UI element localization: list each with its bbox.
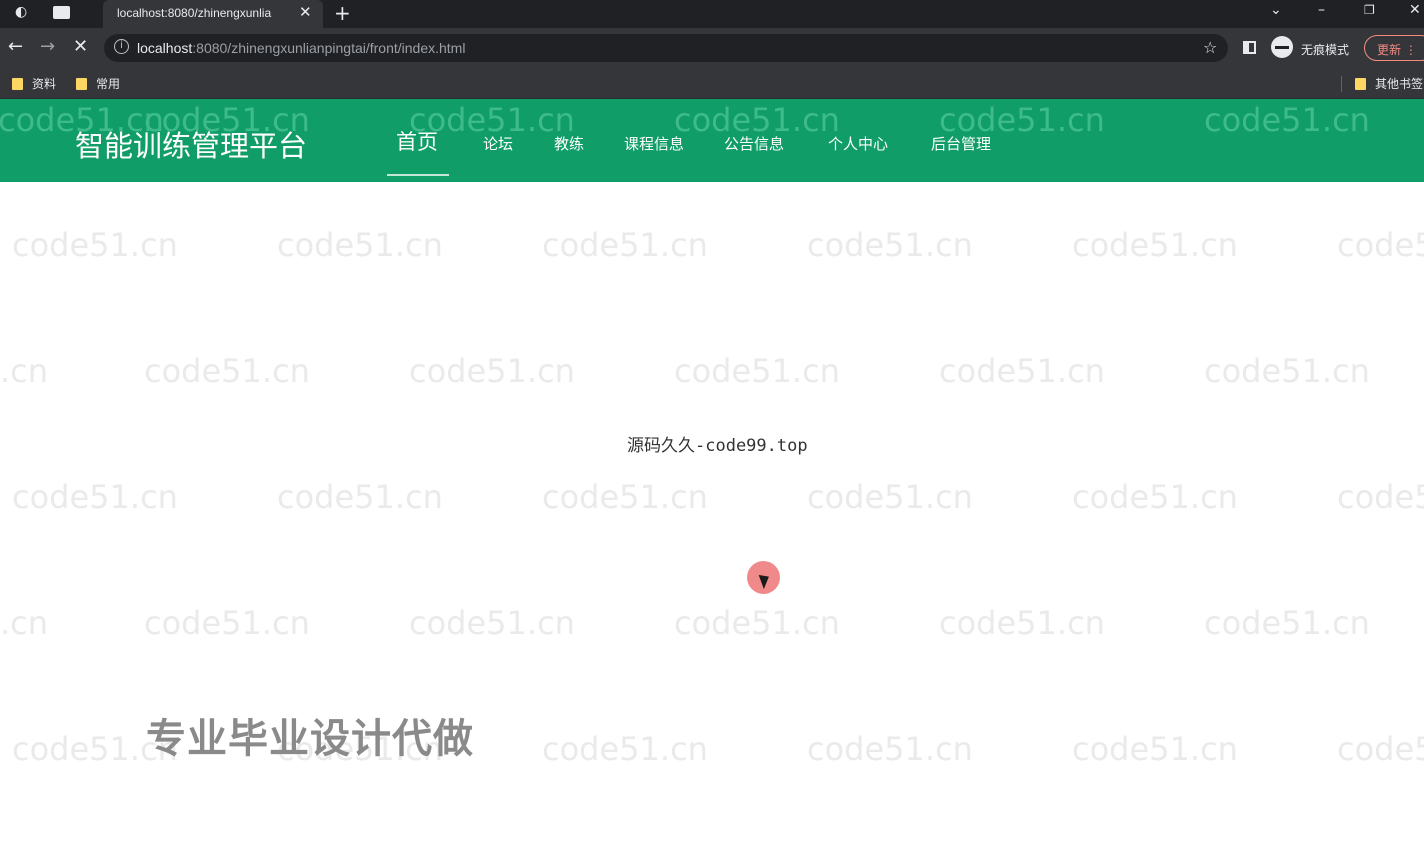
- site-source-text: 源码久久-code99.top: [627, 436, 808, 456]
- folder-icon: [76, 78, 87, 90]
- nav-item-forum[interactable]: 论坛: [483, 133, 513, 154]
- update-button[interactable]: 更新 ⋮: [1364, 35, 1424, 61]
- url-path: :8080/zhinengxunlianpingtai/front/index.…: [192, 40, 466, 56]
- bookmark-label: 资料: [32, 77, 57, 91]
- watermark: code51.cn: [542, 226, 708, 264]
- watermark: code51.cn: [807, 226, 973, 264]
- nav-item-profile[interactable]: 个人中心: [828, 133, 888, 154]
- watermark: code51.cn: [1337, 730, 1424, 768]
- watermark: code51.cn: [409, 604, 575, 642]
- watermark: code51.cn: [807, 730, 973, 768]
- browser-tab-strip: ◐ localhost:8080/zhinengxunlia ✕ + ⌄ – ❐…: [0, 0, 1424, 28]
- site-logo[interactable]: 智能训练管理平台: [75, 123, 307, 165]
- bookmark-folder-changyong[interactable]: 常用: [76, 75, 120, 92]
- update-label: 更新: [1377, 43, 1402, 57]
- close-window-icon[interactable]: ✕: [1409, 2, 1421, 18]
- url-text[interactable]: localhost:8080/zhinengxunlianpingtai/fro…: [137, 40, 465, 56]
- watermark: code51.cn: [144, 604, 310, 642]
- browser-toolbar: ← → ✕ i localhost:8080/zhinengxunlianpin…: [0, 28, 1424, 68]
- watermark: code51.cn: [1204, 101, 1370, 139]
- site-header: code51.cn code51.cn code51.cn code51.cn …: [0, 99, 1424, 182]
- promo-text: 专业毕业设计代做: [146, 716, 474, 762]
- watermark: code51.cn: [0, 352, 48, 390]
- new-tab-button[interactable]: +: [334, 1, 351, 25]
- nav-item-admin[interactable]: 后台管理: [931, 133, 991, 154]
- tab-search-icon[interactable]: [53, 6, 70, 19]
- watermark: code51.cn: [277, 478, 443, 516]
- side-panel-icon[interactable]: [1243, 41, 1256, 54]
- stop-loading-icon[interactable]: ✕: [73, 36, 88, 57]
- browser-tab[interactable]: localhost:8080/zhinengxunlia ✕: [103, 0, 323, 28]
- nav-item-announcements[interactable]: 公告信息: [724, 133, 784, 154]
- forward-icon[interactable]: →: [40, 36, 55, 57]
- watermark: code51.cn: [1337, 478, 1424, 516]
- bookmarks-divider: [1341, 76, 1342, 92]
- watermark: code51.cn: [939, 352, 1105, 390]
- watermark: code51.cn: [1337, 226, 1424, 264]
- tab-close-icon[interactable]: ✕: [299, 3, 312, 21]
- chevron-down-icon[interactable]: ⌄: [1270, 2, 1282, 18]
- watermark: code51.cn: [277, 226, 443, 264]
- watermark: code51.cn: [1204, 352, 1370, 390]
- watermark: code51.cn: [12, 226, 178, 264]
- bookmark-label: 其他书签: [1375, 77, 1424, 91]
- tab-title: localhost:8080/zhinengxunlia: [117, 6, 272, 20]
- bookmark-folder-ziliao[interactable]: 资料: [12, 75, 56, 92]
- url-host: localhost: [137, 40, 193, 56]
- watermark: code51.cn: [542, 478, 708, 516]
- watermark: code51.cn: [674, 352, 840, 390]
- nav-item-coach[interactable]: 教练: [554, 133, 584, 154]
- folder-icon: [12, 78, 23, 90]
- watermark: code51.cn: [0, 604, 48, 642]
- watermark: code51.cn: [12, 478, 178, 516]
- watermark: code51.cn: [409, 352, 575, 390]
- nav-item-courses[interactable]: 课程信息: [624, 133, 684, 154]
- bookmarks-bar: 资料 常用 其他书签: [0, 68, 1424, 99]
- restore-icon[interactable]: ❐: [1364, 3, 1375, 17]
- watermark: code51.cn: [1204, 604, 1370, 642]
- bookmark-label: 常用: [96, 77, 121, 91]
- watermark: code51.cn: [674, 604, 840, 642]
- back-icon[interactable]: ←: [8, 36, 23, 57]
- watermark: code51.cn: [939, 604, 1105, 642]
- site-info-icon[interactable]: i: [114, 39, 129, 54]
- minimize-icon[interactable]: –: [1318, 2, 1325, 18]
- globe-icon[interactable]: ◐: [15, 4, 27, 20]
- folder-icon: [1355, 78, 1366, 90]
- watermark: code51.cn: [1072, 478, 1238, 516]
- watermark: code51.cn: [542, 730, 708, 768]
- watermark: code51.cn: [1072, 730, 1238, 768]
- watermark: code51.cn: [807, 478, 973, 516]
- other-bookmarks[interactable]: 其他书签: [1355, 75, 1423, 92]
- incognito-label: 无痕模式: [1301, 43, 1350, 57]
- watermark: code51.cn: [1072, 226, 1238, 264]
- nav-item-home[interactable]: 首页: [396, 126, 438, 156]
- incognito-icon[interactable]: [1271, 36, 1293, 58]
- nav-active-indicator: [387, 174, 449, 176]
- watermark: code51.cn: [144, 352, 310, 390]
- address-bar[interactable]: i localhost:8080/zhinengxunlianpingtai/f…: [104, 34, 1228, 62]
- bookmark-star-icon[interactable]: ☆: [1203, 38, 1217, 57]
